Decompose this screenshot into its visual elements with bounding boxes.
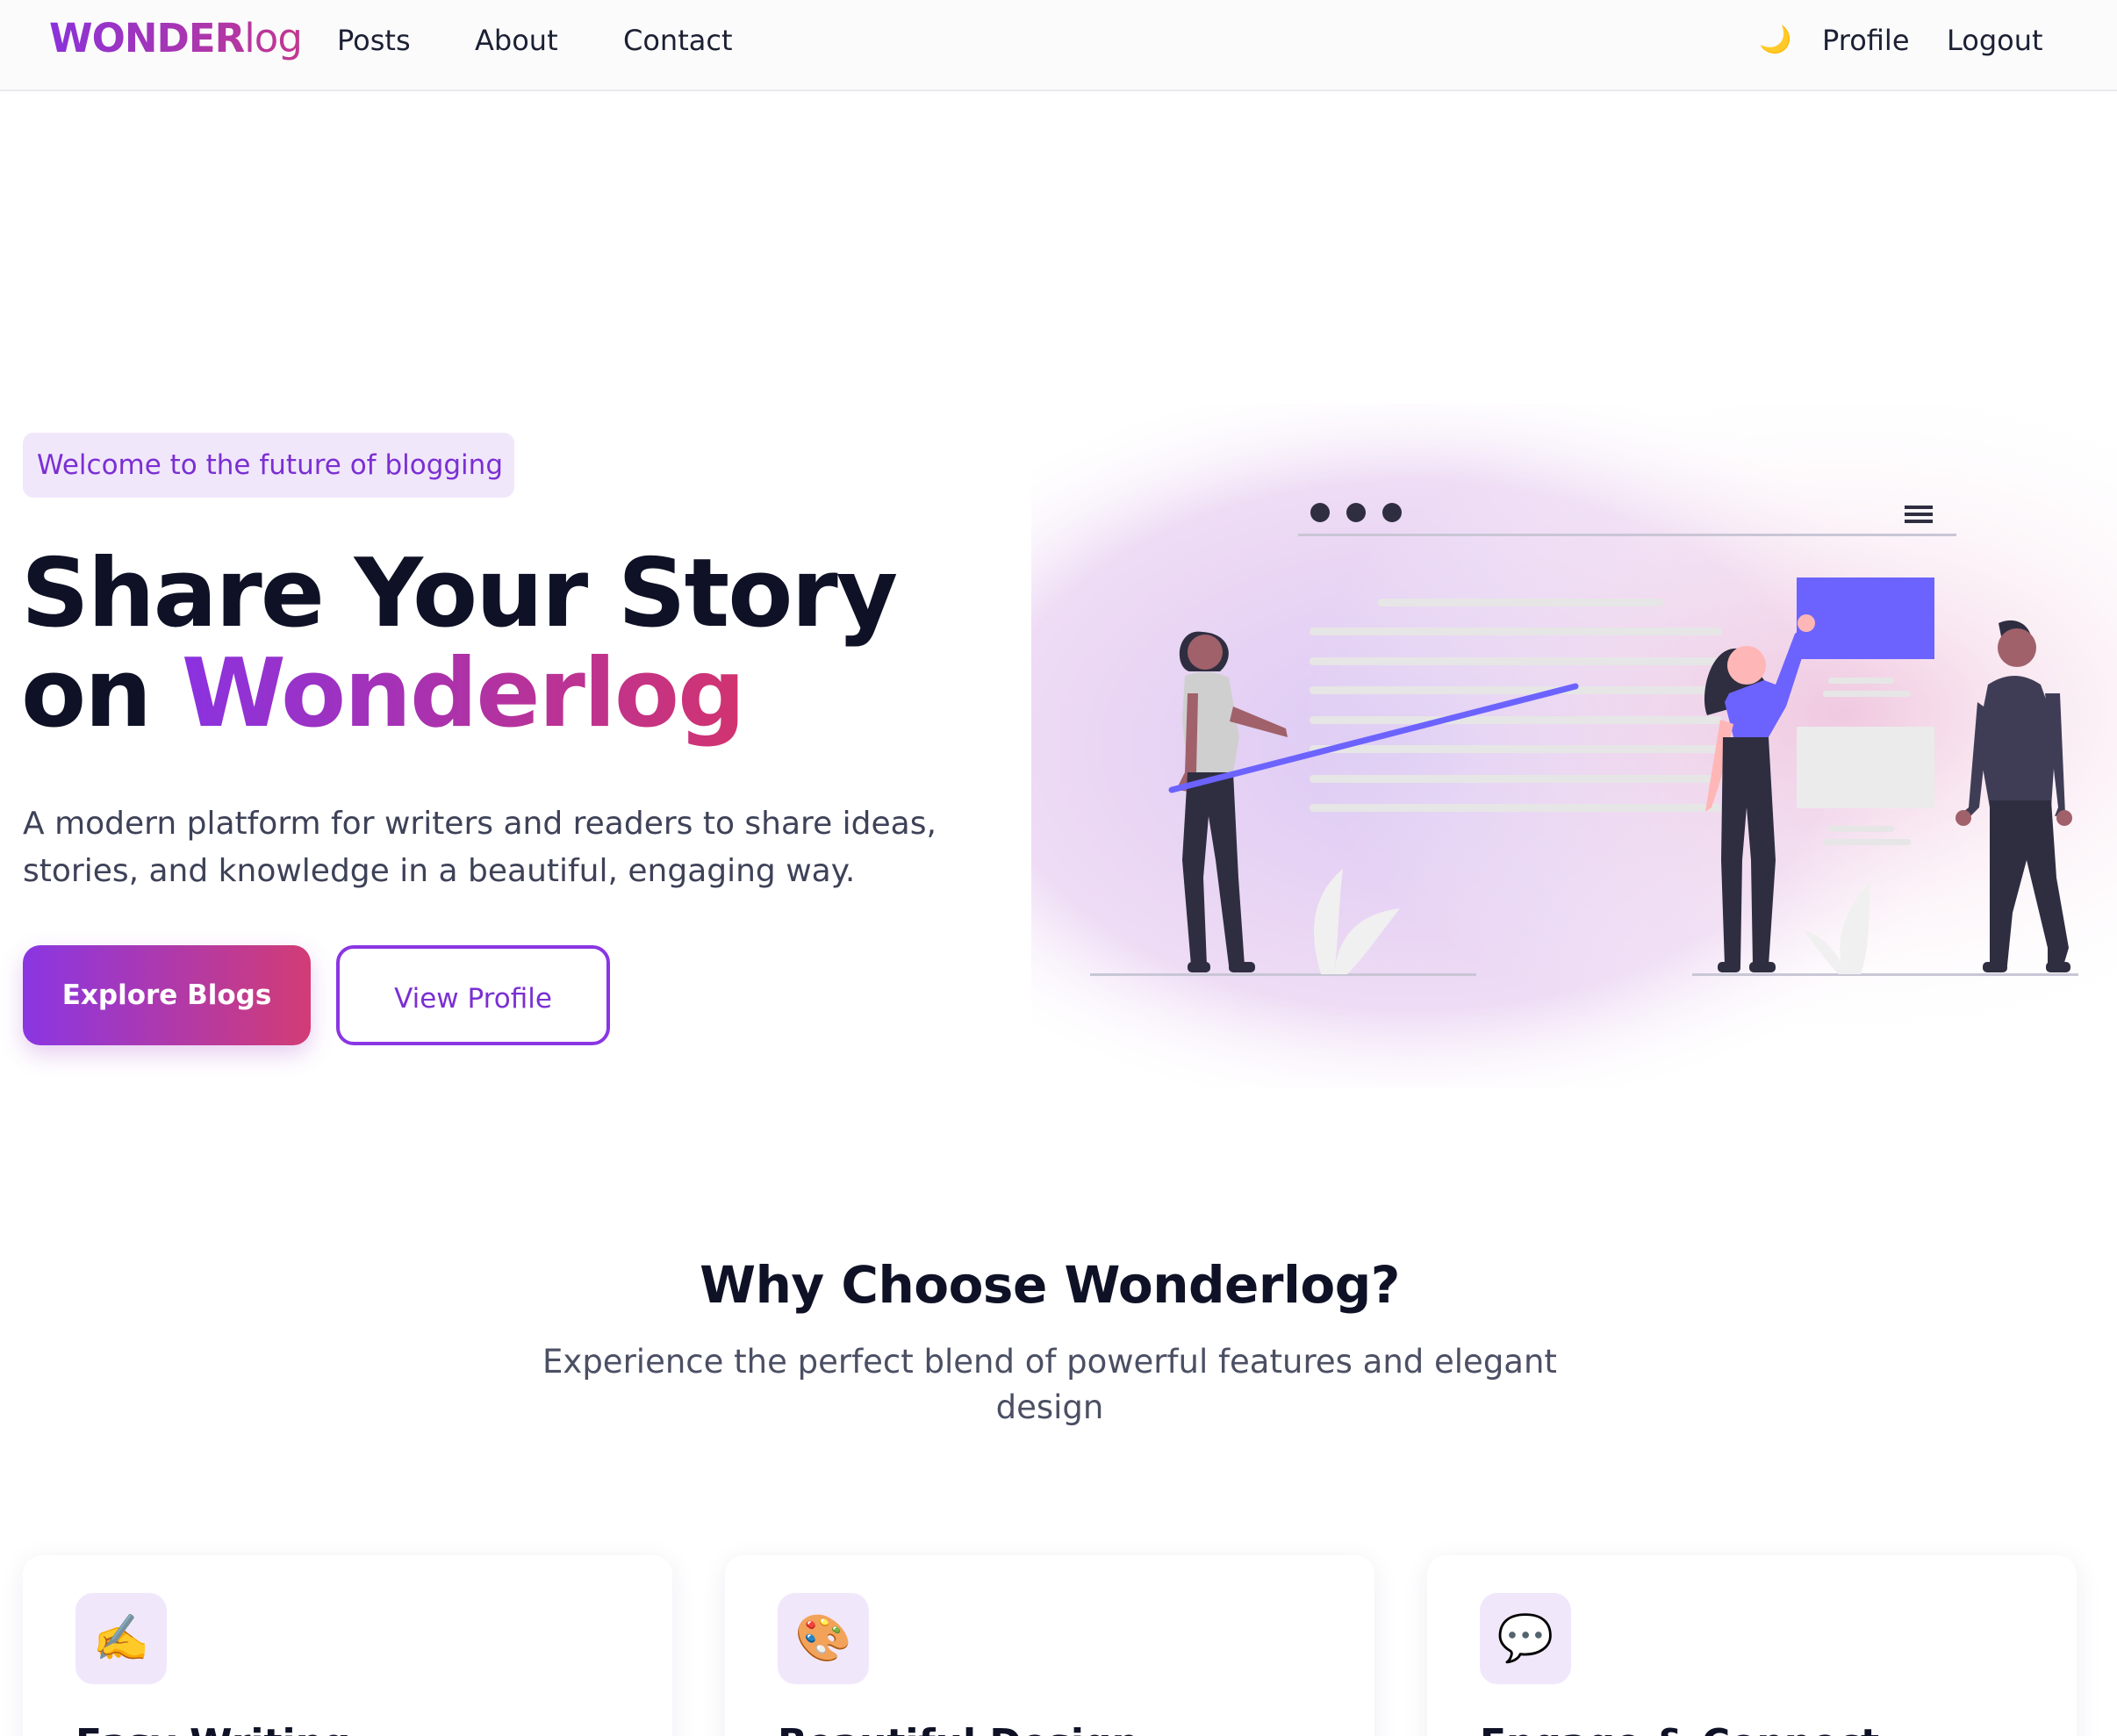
top-navbar: WONDERlog Posts About Contact 🌙 Profile … <box>0 0 2117 91</box>
nav-link-contact[interactable]: Contact <box>623 21 733 60</box>
window-dot-icon <box>1346 503 1366 522</box>
window-dot-icon <box>1382 503 1402 522</box>
hero-badge: Welcome to the future of blogging <box>23 433 514 498</box>
hamburger-menu-icon <box>1905 506 1933 523</box>
feature-card-title: Engage & Connect <box>1480 1719 1879 1736</box>
nav-link-about[interactable]: About <box>475 21 558 60</box>
logo-bold-text: WONDER <box>49 15 245 61</box>
window-dot-icon <box>1310 503 1330 522</box>
logo-light-text: log <box>244 15 302 61</box>
palette-icon: 🎨 <box>778 1593 869 1684</box>
feature-card-title: Easy Writing <box>75 1719 350 1736</box>
features-title: Why Choose Wonderlog? <box>700 1255 1400 1315</box>
writing-hand-icon: ✍️ <box>75 1593 167 1684</box>
feature-card: ✍️ Easy Writing <box>23 1555 672 1736</box>
hero-illustration <box>1031 404 2117 1088</box>
explore-blogs-button[interactable]: Explore Blogs <box>23 945 311 1045</box>
hero-title-line1: Share Your Story <box>21 539 898 649</box>
nav-link-logout[interactable]: Logout <box>1947 21 2043 60</box>
nav-link-profile[interactable]: Profile <box>1822 21 1910 60</box>
speech-bubble-icon: 💬 <box>1480 1593 1571 1684</box>
wonderlog-logo[interactable]: WONDERlog <box>49 14 302 63</box>
hero-description: A modern platform for writers and reader… <box>23 806 937 889</box>
feature-card-title: Beautiful Design <box>778 1719 1139 1736</box>
feature-card: 🎨 Beautiful Design <box>725 1555 1374 1736</box>
theme-toggle-moon-icon[interactable]: 🌙 <box>1759 21 1791 60</box>
features-subtitle: Experience the perfect blend of powerful… <box>542 1343 1557 1426</box>
nav-link-posts[interactable]: Posts <box>337 21 411 60</box>
hero-title-highlight: Wonderlog <box>181 639 746 749</box>
view-profile-button[interactable]: View Profile <box>336 945 610 1045</box>
feature-card: 💬 Engage & Connect <box>1427 1555 2077 1736</box>
hero-title: Share Your Story on Wonderlog <box>21 544 898 744</box>
hero-title-prefix: on <box>21 639 182 749</box>
